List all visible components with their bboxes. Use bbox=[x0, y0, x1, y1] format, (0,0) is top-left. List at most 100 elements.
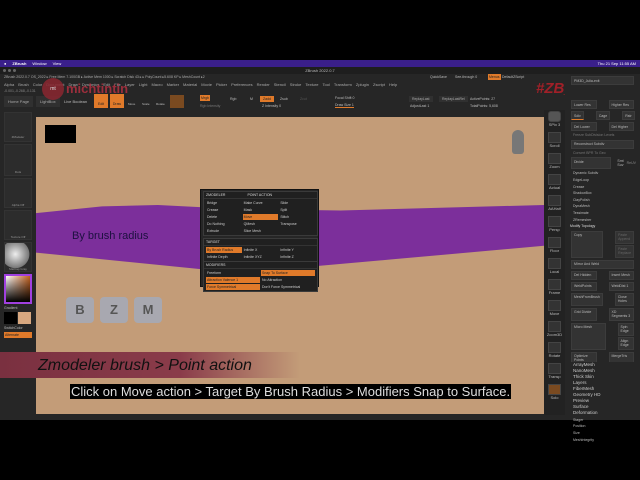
menu-item[interactable]: Light bbox=[139, 82, 148, 87]
target-infinite-depth[interactable]: Infinite Depth bbox=[206, 254, 242, 260]
cage-button[interactable]: Cage bbox=[595, 111, 611, 120]
action-mask[interactable]: Mask bbox=[243, 207, 279, 213]
freeze-subdiv-button[interactable]: Freeze SubDivision Levels bbox=[571, 132, 634, 139]
dynamic-subdiv[interactable]: Dynamic Subdiv bbox=[571, 170, 634, 177]
action-stitch[interactable]: Stitch bbox=[279, 214, 315, 220]
target-infinite-xyz[interactable]: Infinite XYZ bbox=[243, 254, 279, 260]
menu-item[interactable]: Brush bbox=[18, 82, 28, 87]
live-boolean-button[interactable]: Live Boolean bbox=[64, 99, 87, 104]
insert-mesh-button[interactable]: Insert Mesh bbox=[608, 270, 634, 280]
scale-button[interactable]: Scale bbox=[142, 102, 150, 106]
local-button[interactable]: Local bbox=[544, 258, 565, 278]
reuv-button[interactable]: ReUV bbox=[627, 161, 636, 165]
menu-item[interactable]: Transform bbox=[334, 82, 352, 87]
menu-view[interactable]: View bbox=[53, 61, 62, 66]
spix-button[interactable]: SPix 3 bbox=[544, 111, 565, 131]
material-thumbnail[interactable]: MatCap Gray bbox=[4, 242, 32, 272]
menu-item[interactable]: Color bbox=[33, 82, 43, 87]
deformation[interactable]: Deformation bbox=[573, 410, 640, 416]
weldpoints-button[interactable]: WeldPoints bbox=[571, 281, 597, 291]
menu-app[interactable]: ZBrush bbox=[12, 61, 26, 66]
floor-button[interactable]: Floor bbox=[544, 237, 565, 257]
paste-replace-button[interactable]: Paste Replace bbox=[615, 244, 634, 258]
zadd-button[interactable]: Zadd bbox=[260, 96, 274, 102]
menu-item[interactable]: Marker bbox=[167, 82, 179, 87]
modifier-attraction-valence[interactable]: Attraction Valence 1 bbox=[206, 277, 260, 283]
apple-icon[interactable]: ● bbox=[4, 61, 6, 66]
suv-toggle[interactable]: Suv bbox=[617, 163, 623, 167]
welddist-slider[interactable]: WeldDist 1 bbox=[608, 281, 634, 291]
switch-color-button[interactable]: SwitchColor bbox=[4, 326, 32, 330]
zsub-button[interactable]: Zsub bbox=[280, 97, 288, 101]
alpha-thumbnail[interactable]: Alpha Off bbox=[4, 178, 32, 208]
menu-item[interactable]: Zscript bbox=[373, 82, 385, 87]
mrgb-button[interactable]: Mrgb bbox=[200, 95, 210, 101]
crease[interactable]: Crease bbox=[571, 183, 634, 190]
color-picker[interactable] bbox=[4, 274, 32, 304]
focal-shift-slider[interactable]: Focal Shift 0 bbox=[335, 96, 354, 100]
secondary-color-swatch[interactable] bbox=[18, 312, 31, 324]
action-slide[interactable]: Slide bbox=[279, 200, 315, 206]
grid-divide-button[interactable]: Grid Divide bbox=[571, 307, 597, 321]
close-holes-button[interactable]: Close Holes bbox=[614, 292, 634, 306]
mirror-and-weld-button[interactable]: Mirror And Weld bbox=[571, 259, 634, 269]
modifier-snap-to-surface[interactable]: Snap To Surface bbox=[261, 270, 315, 276]
action-transpose[interactable]: Transpose bbox=[279, 221, 315, 227]
actual-button[interactable]: Actual bbox=[544, 174, 565, 194]
shadowbox[interactable]: ShadowBox bbox=[571, 190, 634, 197]
home-page-button[interactable]: Home Page bbox=[4, 96, 34, 107]
replay-last-rel-button[interactable]: ReplayLastRel bbox=[439, 96, 468, 102]
menu-item[interactable]: Preferences bbox=[231, 82, 253, 87]
target-infinite-x[interactable]: Infinite X bbox=[243, 247, 279, 253]
edit-button[interactable]: Edit bbox=[94, 94, 108, 108]
rgb-button[interactable]: Rgb bbox=[230, 97, 236, 101]
tool-thumbnail[interactable]: ZModeler bbox=[4, 112, 32, 142]
tool-name[interactable]: PM3D_Julia-exit bbox=[571, 76, 634, 85]
convert-bpr-button[interactable]: Convert BPR To Geo bbox=[571, 150, 634, 157]
position[interactable]: Position bbox=[571, 423, 634, 430]
action-qmesh[interactable]: QMesh bbox=[243, 221, 279, 227]
minimize-icon[interactable] bbox=[8, 69, 11, 72]
scroll-button[interactable]: Scroll bbox=[544, 132, 565, 152]
menu-item[interactable]: Alpha bbox=[4, 82, 14, 87]
zcut-button[interactable]: Zcut bbox=[300, 97, 307, 101]
meshfrombrush-button[interactable]: MeshFromBrush bbox=[571, 292, 603, 306]
action-make-curve[interactable]: Make Curve bbox=[243, 200, 279, 206]
action-delete[interactable]: Delete bbox=[206, 214, 242, 220]
del-higher-button[interactable]: Del Higher bbox=[608, 122, 634, 131]
rgb-intensity-slider[interactable]: Rgb Intensity bbox=[200, 104, 220, 108]
edgeloop[interactable]: EdgeLoop bbox=[571, 177, 634, 184]
sdiv-slider[interactable]: Sdiv bbox=[571, 111, 584, 120]
menu-item[interactable]: Picker bbox=[216, 82, 227, 87]
menu-item[interactable]: Tool bbox=[322, 82, 329, 87]
adjust-last-slider[interactable]: AdjustLast 1 bbox=[410, 104, 429, 108]
meshintegrity[interactable]: MeshIntegrity bbox=[571, 436, 634, 443]
window-controls[interactable] bbox=[3, 69, 16, 72]
polyf-transp-button[interactable]: Transp bbox=[544, 363, 565, 383]
main-color-swatch[interactable] bbox=[4, 312, 17, 324]
micro-mesh-button[interactable]: Micro Mesh bbox=[571, 322, 606, 350]
copy-button[interactable]: Copy bbox=[571, 230, 604, 258]
alternate-button[interactable]: Alternate bbox=[4, 332, 32, 338]
menu-item[interactable]: Stroke bbox=[290, 82, 302, 87]
action-move[interactable]: Move bbox=[242, 214, 279, 220]
frame-button[interactable]: Frame bbox=[544, 279, 565, 299]
size[interactable]: Size bbox=[571, 430, 634, 437]
del-lower-button[interactable]: Del Lower bbox=[571, 122, 597, 131]
action-slice-mesh[interactable]: Slice Mesh bbox=[243, 228, 279, 234]
draw-button[interactable]: Draw bbox=[110, 94, 124, 108]
menus-button[interactable]: Menus bbox=[488, 74, 501, 80]
menu-item[interactable]: Zplugin bbox=[356, 82, 369, 87]
z-intensity-slider[interactable]: Z Intensity 0 bbox=[262, 104, 281, 108]
replay-last-button[interactable]: ReplayLast bbox=[409, 96, 433, 102]
action-extrude[interactable]: Extrude bbox=[206, 228, 242, 234]
persp-button[interactable]: Persp bbox=[544, 216, 565, 236]
move-view-button[interactable]: Move bbox=[544, 300, 565, 320]
menu-item[interactable]: Macro bbox=[151, 82, 162, 87]
dynamesh[interactable]: DynaMesh bbox=[571, 203, 634, 210]
action-bridge[interactable]: Bridge bbox=[206, 200, 242, 206]
rotate-button[interactable]: Rotate bbox=[156, 102, 165, 106]
m-button[interactable]: M bbox=[250, 97, 253, 101]
reconstruct-subdiv-button[interactable]: Reconstruct Subdiv bbox=[571, 139, 634, 149]
menu-item[interactable]: Stencil bbox=[274, 82, 286, 87]
